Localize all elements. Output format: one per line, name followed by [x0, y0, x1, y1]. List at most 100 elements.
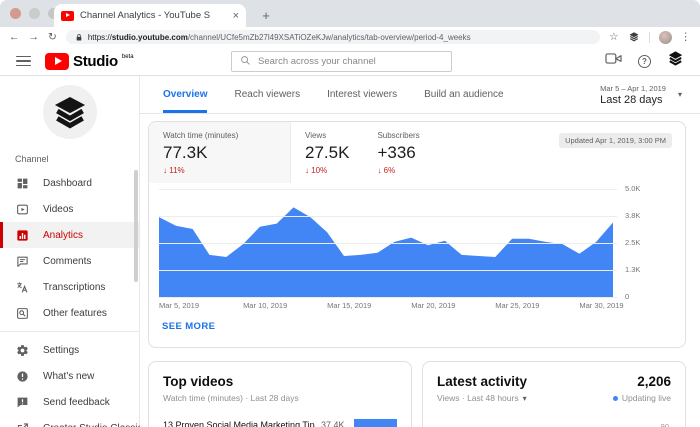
tab-overview[interactable]: Overview	[163, 76, 207, 113]
sidebar-item-settings[interactable]: Settings	[0, 337, 139, 363]
latest-activity-filter[interactable]: Views · Last 48 hours ▾	[437, 393, 527, 403]
analytics-main: Overview Reach viewers Interest viewers …	[140, 76, 700, 427]
analytics-icon	[15, 228, 29, 242]
forward-icon[interactable]: →	[29, 32, 40, 43]
filter-label: Views · Last 48 hours	[437, 393, 519, 403]
sidebar-item-label: Dashboard	[43, 178, 92, 189]
help-icon[interactable]: ?	[638, 55, 651, 68]
sidebar-item-transcriptions[interactable]: Transcriptions	[0, 274, 139, 300]
back-icon[interactable]: ←	[9, 32, 20, 43]
sidebar-item-label: Settings	[43, 345, 79, 356]
sidebar-item-label: Comments	[43, 256, 91, 267]
sidebar-item-label: Creator Studio Classic	[43, 423, 142, 427]
chart-gridline	[159, 189, 617, 190]
extension-layers-icon[interactable]	[628, 31, 640, 43]
chart-y-tick: 1.3K	[625, 265, 640, 274]
browser-profile-avatar[interactable]	[659, 31, 672, 44]
tab-title: Channel Analytics - YouTube S	[80, 10, 227, 21]
chart-x-tick: Mar 20, 2019	[411, 301, 455, 310]
beta-label: beta	[122, 54, 134, 60]
card-title: Latest activity	[437, 374, 527, 389]
window-close-button[interactable]	[10, 8, 21, 19]
address-bar[interactable]: https://studio.youtube.com/channel/UCfe5…	[66, 30, 600, 44]
metric-value: 77.3K	[163, 143, 276, 163]
channel-search[interactable]	[231, 51, 452, 72]
video-bar	[354, 419, 397, 427]
date-preset-label: Last 28 days	[600, 94, 666, 106]
sidebar-item-whats-new[interactable]: What's new	[0, 363, 139, 389]
sidebar-item-creator-studio-classic[interactable]: Creator Studio Classic	[0, 415, 139, 427]
watch-time-chart: 01.3K2.5K3.8K5.0K Mar 5, 2019Mar 10, 201…	[159, 189, 675, 312]
tab-reach-viewers[interactable]: Reach viewers	[234, 76, 300, 113]
sidebar-item-send-feedback[interactable]: Send feedback	[0, 389, 139, 415]
top-video-row[interactable]: 13 Proven Social Media Marketing Tips f.…	[163, 419, 397, 427]
summary-cards-row: Top videos Watch time (minutes) · Last 2…	[148, 361, 686, 427]
sidebar-item-label: Transcriptions	[43, 282, 105, 293]
divider	[649, 32, 650, 43]
video-title: 13 Proven Social Media Marketing Tips f.…	[163, 420, 315, 427]
sidebar-item-label: Analytics	[43, 230, 83, 241]
browser-tab[interactable]: Channel Analytics - YouTube S ×	[54, 4, 246, 27]
see-more-link[interactable]: SEE MORE	[149, 312, 685, 347]
chart-y-tick: 2.5K	[625, 238, 640, 247]
sidebar-item-videos[interactable]: Videos	[0, 196, 139, 222]
chart-x-tick: Mar 10, 2019	[243, 301, 287, 310]
chart-plot-area: 01.3K2.5K3.8K5.0K	[159, 189, 675, 297]
metric-watch-time[interactable]: Watch time (minutes) 77.3K ↓ 11%	[149, 122, 291, 183]
studio-header: Studio beta ?	[0, 47, 700, 76]
channel-avatar-icon[interactable]	[667, 50, 684, 72]
tab-close-icon[interactable]: ×	[233, 10, 239, 22]
chart-x-tick: Mar 30, 2019	[579, 301, 623, 310]
youtube-play-icon	[45, 53, 69, 70]
create-video-icon[interactable]	[605, 52, 622, 70]
live-label: Updating live	[622, 393, 671, 403]
video-watch-time: 37.4K	[321, 420, 345, 427]
latest-activity-chart: 90	[437, 419, 671, 427]
chart-gridline	[159, 243, 617, 244]
metric-delta: ↓ 11%	[163, 166, 276, 175]
metric-value: +336	[377, 143, 419, 163]
brand-name: Studio	[73, 53, 118, 70]
hamburger-menu-icon[interactable]	[16, 56, 31, 67]
settings-gear-icon	[15, 343, 29, 357]
metric-views[interactable]: Views 27.5K ↓ 10%	[291, 122, 363, 183]
creator-studio-classic-icon	[15, 421, 29, 427]
metric-subscribers[interactable]: Subscribers +336 ↓ 6%	[363, 122, 433, 183]
metric-label: Subscribers	[377, 131, 419, 140]
chart-y-tick: 90	[661, 422, 669, 427]
url-path: /channel/UCfe5mZb27l49XSATiOZeKJw/analyt…	[188, 33, 471, 42]
tab-interest-viewers[interactable]: Interest viewers	[327, 76, 397, 113]
browser-menu-icon[interactable]: ⋮	[681, 32, 692, 43]
date-range-text: Mar 5 – Apr 1, 2019	[600, 84, 666, 93]
studio-logo[interactable]: Studio beta	[45, 53, 134, 70]
sidebar-scrollbar[interactable]	[134, 170, 138, 282]
chart-x-tick: Mar 15, 2019	[327, 301, 371, 310]
date-range-picker[interactable]: Mar 5 – Apr 1, 2019 Last 28 days ▾	[600, 76, 682, 113]
new-tab-button[interactable]: +	[258, 8, 274, 23]
chart-y-tick: 0	[625, 292, 629, 301]
bookmark-star-icon[interactable]: ☆	[609, 32, 618, 43]
sidebar-item-comments[interactable]: Comments	[0, 248, 139, 274]
chart-gridline	[159, 270, 617, 271]
live-dot-icon	[613, 396, 618, 401]
sidebar-item-other-features[interactable]: Other features	[0, 300, 139, 326]
reload-icon[interactable]: ↻	[48, 32, 57, 43]
sidebar-item-analytics[interactable]: Analytics	[0, 222, 139, 248]
metric-delta: ↓ 6%	[377, 166, 419, 175]
url-text: https://studio.youtube.com/channel/UCfe5…	[88, 33, 471, 42]
chevron-down-icon: ▾	[678, 90, 682, 99]
search-input[interactable]	[258, 56, 443, 67]
sidebar-item-dashboard[interactable]: Dashboard	[0, 170, 139, 196]
youtube-favicon-icon	[61, 11, 74, 21]
metric-tabs: Watch time (minutes) 77.3K ↓ 11% Views 2…	[149, 122, 685, 183]
window-minimize-button[interactable]	[29, 8, 40, 19]
tab-build-an-audience[interactable]: Build an audience	[424, 76, 504, 113]
browser-window: Channel Analytics - YouTube S × + ← → ↻ …	[0, 0, 700, 427]
search-icon	[240, 53, 251, 71]
overview-chart-card: Watch time (minutes) 77.3K ↓ 11% Views 2…	[148, 121, 686, 348]
transcriptions-icon	[15, 280, 29, 294]
window-controls	[10, 8, 59, 19]
channel-avatar[interactable]	[43, 85, 97, 139]
card-title: Top videos	[163, 374, 397, 389]
latest-activity-value: 2,206	[637, 374, 671, 389]
